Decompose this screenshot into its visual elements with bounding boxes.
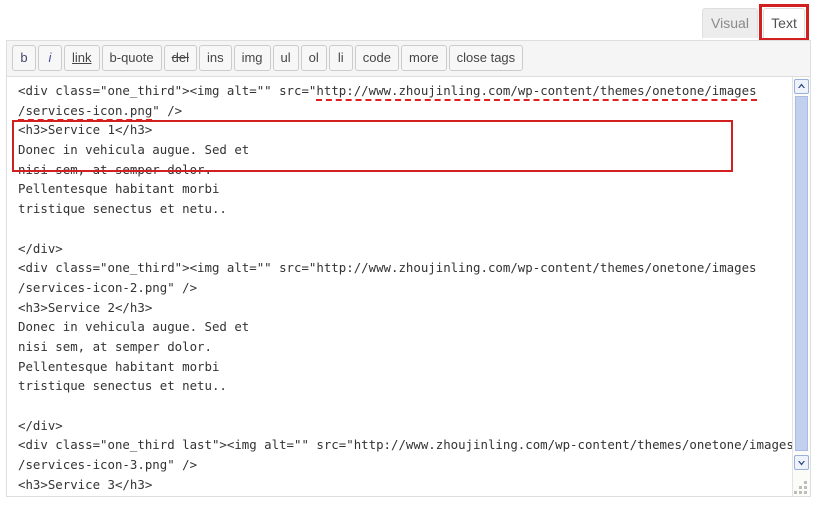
scroll-down-button[interactable] <box>794 455 809 470</box>
scrollbar-thumb[interactable] <box>795 96 808 451</box>
quicktag-button-more[interactable]: more <box>401 45 447 71</box>
tab-visual[interactable]: Visual <box>702 8 758 38</box>
quicktag-button-ol[interactable]: ol <box>300 45 327 71</box>
quicktag-button-del[interactable]: del <box>163 45 197 71</box>
code-line: <h3>Service 1</h3> <box>18 122 153 138</box>
editor-mode-tabs: Visual Text <box>0 0 817 41</box>
quicktag-button-b-quote[interactable]: b-quote <box>101 45 162 71</box>
code-content: <div class="one_third"><img alt="" src="… <box>18 81 794 494</box>
grip-dot <box>799 486 802 489</box>
quicktag-button-img[interactable]: img <box>233 45 271 71</box>
quicktag-button-ins[interactable]: ins <box>198 45 232 71</box>
quicktags-toolbar: b i link b-quote del ins img ul ol li code more clos… <box>7 41 810 77</box>
code-line: /services-icon-2.png" /> <box>18 279 198 295</box>
grip-dot <box>804 481 807 484</box>
highlighted-image-url: http://www.zhoujinling.com/wp-content/th… <box>316 83 757 101</box>
tab-text[interactable]: Text <box>763 8 805 38</box>
chevron-up-icon <box>798 83 805 88</box>
scroll-up-button[interactable] <box>794 79 809 94</box>
grip-dot <box>799 491 802 494</box>
code-line: </div> <box>18 417 63 433</box>
grip-dot <box>804 491 807 494</box>
code-line: <div class="one_third"><img alt="" src="… <box>18 260 757 276</box>
code-line: tristique senectus et netu.. <box>18 378 227 394</box>
text-editor-panel: b i link b-quote del ins img ul ol li code more clos… <box>6 40 811 497</box>
quicktag-button-b[interactable]: b <box>12 45 36 71</box>
code-line: nisi sem, at semper dolor. <box>18 161 212 177</box>
chevron-down-icon <box>798 461 805 466</box>
code-line: /services-icon-3.png" /> <box>18 457 198 473</box>
code-line-prefix: <div class="one_third"><img alt="" src=" <box>18 83 317 98</box>
quicktag-button-code[interactable]: code <box>354 45 399 71</box>
code-line: Donec in vehicula augue. Sed et <box>18 142 250 158</box>
resize-grip-icon[interactable] <box>794 480 808 494</box>
grip-dot <box>804 486 807 489</box>
code-line-suffix: " /> <box>152 102 183 118</box>
code-line: tristique senectus et netu.. <box>18 201 227 217</box>
grip-dot <box>794 491 797 494</box>
code-textarea[interactable]: <div class="one_third"><img alt="" src="… <box>7 77 810 496</box>
editor-screen: Visual Text b i link b-quote del ins img ul ol li… <box>0 0 817 508</box>
code-line: /services-icon.png" /> <box>18 101 768 121</box>
editor-scrollbar[interactable] <box>792 77 810 496</box>
quicktag-button-link[interactable]: link <box>64 45 100 71</box>
highlighted-image-filename: /services-icon.png <box>18 102 153 121</box>
tab-visual-label: Visual <box>711 15 749 31</box>
code-line: Donec in vehicula augue. Sed et <box>18 319 250 335</box>
code-line: <h3>Service 2</h3> <box>18 299 153 315</box>
quicktag-button-li[interactable]: li <box>328 45 353 71</box>
code-line: nisi sem, at semper dolor. <box>18 338 212 354</box>
quicktag-button-ul[interactable]: ul <box>272 45 299 71</box>
code-line: Pellentesque habitant morbi <box>18 358 220 374</box>
code-line: Pellentesque habitant morbi <box>18 181 220 197</box>
tab-text-label: Text <box>771 15 797 31</box>
code-line: <div class="one_third"><img alt="" src="… <box>18 81 768 101</box>
code-line: <h3>Service 3</h3> <box>18 476 153 492</box>
quicktag-button-i[interactable]: i <box>38 45 62 71</box>
code-line: </div> <box>18 240 63 256</box>
quicktag-button-close-tags[interactable]: close tags <box>448 45 524 71</box>
code-line: <div class="one_third last"><img alt="" … <box>18 437 794 453</box>
